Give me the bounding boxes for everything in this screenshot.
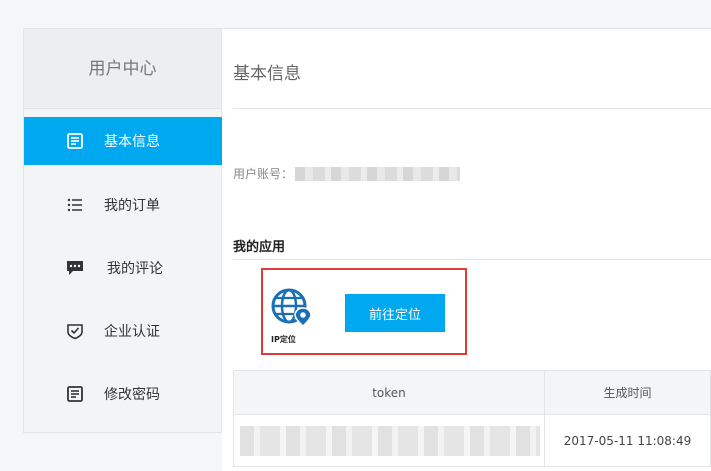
created-time-cell: 2017-05-11 11:08:49 xyxy=(544,414,711,467)
apps-section-title: 我的应用 xyxy=(233,240,286,255)
app-card-ip-location: IP定位 前往定位 xyxy=(261,268,467,355)
table-header-row: token 生成时间 xyxy=(233,370,711,415)
sidebar-item-label: 企业认证 xyxy=(104,324,160,340)
sidebar-item-orders[interactable]: 我的订单 xyxy=(24,181,222,229)
note-icon xyxy=(64,130,86,152)
token-table: token 生成时间 2017-05-11 11:08:49 xyxy=(233,370,711,467)
sidebar-item-comments[interactable]: 我的评论 xyxy=(24,244,222,292)
title-divider xyxy=(233,108,711,109)
sidebar-item-label: 基本信息 xyxy=(104,134,160,150)
app-icon-label: IP定位 xyxy=(271,335,296,344)
edit-note-icon xyxy=(64,383,86,405)
page-title: 基本信息 xyxy=(233,64,301,84)
comment-icon xyxy=(64,257,86,279)
account-row: 用户账号： xyxy=(233,165,461,182)
token-value-redacted xyxy=(240,425,540,456)
list-icon xyxy=(64,194,86,216)
sidebar-item-label: 我的评论 xyxy=(107,261,163,277)
sidebar-item-label: 我的订单 xyxy=(104,198,160,214)
column-header-token: token xyxy=(233,370,545,415)
sidebar-item-basic-info[interactable]: 基本信息 xyxy=(24,117,222,165)
account-value-redacted xyxy=(295,166,461,181)
sidebar: 用户中心 基本信息 我的订单 我的评论 企业认证 修改密码 xyxy=(23,28,222,433)
sidebar-item-label: 修改密码 xyxy=(104,387,160,403)
sidebar-item-change-password[interactable]: 修改密码 xyxy=(24,370,222,418)
go-locate-button[interactable]: 前往定位 xyxy=(345,294,445,332)
account-label: 用户账号： xyxy=(233,167,294,181)
main-panel: 基本信息 用户账号： 我的应用 IP定位 前往定位 token 生成时间 201… xyxy=(222,28,711,471)
sidebar-item-enterprise-cert[interactable]: 企业认证 xyxy=(24,307,222,355)
table-row: 2017-05-11 11:08:49 xyxy=(233,414,711,467)
sidebar-title: 用户中心 xyxy=(24,29,221,109)
token-cell xyxy=(233,414,545,467)
shield-check-icon xyxy=(64,320,86,342)
apps-divider xyxy=(233,259,711,260)
column-header-created-time: 生成时间 xyxy=(544,370,711,415)
